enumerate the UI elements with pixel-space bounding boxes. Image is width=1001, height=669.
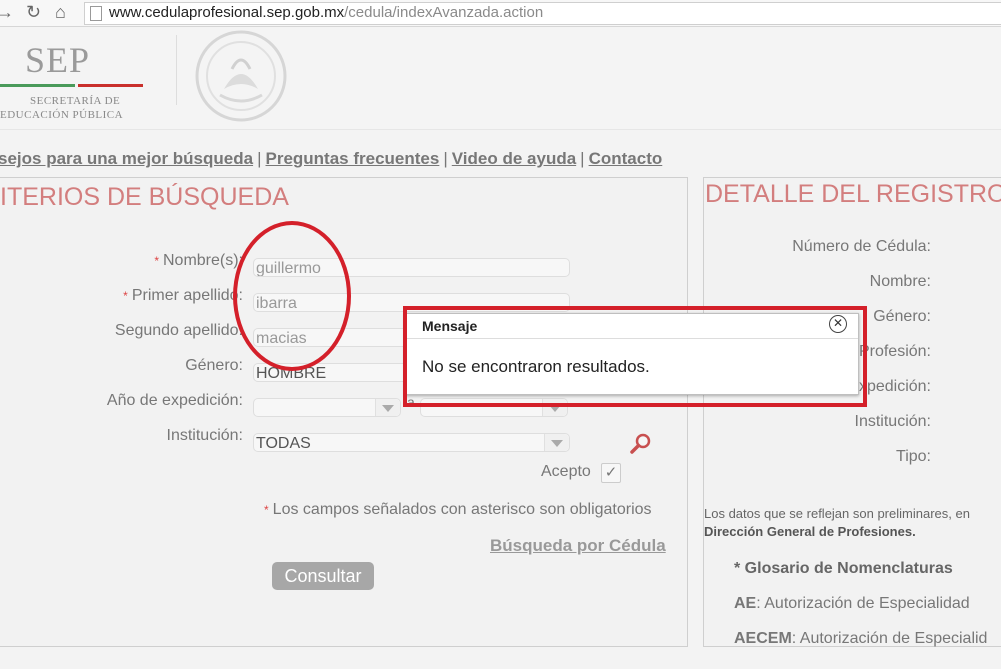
search-icon[interactable]: [629, 432, 653, 456]
page-icon: [90, 6, 102, 21]
link-contacto[interactable]: Contacto: [589, 149, 663, 168]
primer-apellido-label: * Primer apellido:: [123, 287, 243, 304]
header-divider: [176, 35, 177, 105]
institucion-select[interactable]: TODAS: [253, 433, 570, 452]
sep-logo[interactable]: SEP SECRETARÍA DE EDUCACIÓN PÚBLICA: [0, 39, 160, 121]
genero-label: Género:: [185, 357, 243, 374]
forward-arrow-icon[interactable]: →: [0, 2, 14, 22]
anio-label: Año de expedición:: [106, 392, 243, 409]
site-header: SEP SECRETARÍA DE EDUCACIÓN PÚBLICA: [0, 27, 1001, 130]
detail-label: Tipo:: [896, 448, 931, 465]
search-panel-title: ITERIOS DE BÚSQUEDA: [0, 183, 289, 211]
logo-stripe-red: [78, 84, 143, 87]
glosario-item-aecem: AECEM: Autorización de Especialid: [734, 630, 988, 647]
institucion-label: Institución:: [166, 427, 243, 444]
link-consejos[interactable]: sejos para una mejor búsqueda: [0, 149, 253, 168]
detail-label: Nombre:: [869, 273, 931, 290]
address-bar[interactable]: www.cedulaprofesional.sep.gob.mx/cedula/…: [84, 2, 1001, 25]
help-links: sejos para una mejor búsqueda | Preguntas …: [0, 149, 662, 169]
annotation-ellipse: [233, 221, 351, 371]
detail-panel: DETALLE DEL REGISTRO Número de Cédula: N…: [703, 177, 1001, 647]
home-icon[interactable]: ⌂: [55, 2, 66, 22]
required-asterisk: *: [264, 503, 269, 517]
anio-desde-select[interactable]: [253, 398, 401, 417]
nombre-label: * Nombre(s):: [154, 252, 243, 269]
required-note: * Los campos señalados con asterisco son …: [264, 501, 652, 518]
logo-stripe-green: [0, 84, 75, 87]
glosario-heading: * Glosario de Nomenclaturas: [734, 560, 953, 577]
detail-label: Institución:: [854, 413, 931, 430]
detail-label: Número de Cédula:: [792, 238, 931, 255]
link-separator: |: [580, 149, 585, 168]
annotation-box: [403, 306, 867, 407]
segundo-apellido-label: Segundo apellido:: [114, 322, 243, 339]
detail-panel-title: DETALLE DEL REGISTRO: [705, 180, 1001, 208]
chevron-down-icon: [382, 405, 394, 412]
national-seal-icon: [195, 30, 287, 122]
link-separator: |: [257, 149, 262, 168]
detail-note: Los datos que se reflejan son preliminar…: [704, 506, 970, 521]
acepto-checkbox[interactable]: ✓: [601, 463, 621, 483]
consultar-button[interactable]: Consultar: [272, 562, 374, 590]
reload-icon[interactable]: ↻: [26, 2, 41, 22]
cedula-search-link[interactable]: Búsqueda por Cédula: [490, 536, 666, 556]
browser-toolbar: → ↻ ⌂ www.cedulaprofesional.sep.gob.mx/c…: [0, 0, 1001, 27]
url-path: /cedula/indexAvanzada.action: [344, 4, 544, 21]
link-video[interactable]: Video de ayuda: [452, 149, 576, 168]
logo-text: SEP: [25, 40, 91, 80]
logo-subtitle-2: EDUCACIÓN PÚBLICA: [0, 109, 124, 121]
institucion-value: TODAS: [256, 435, 311, 452]
url-text: www.cedulaprofesional.sep.gob.mx/cedula/…: [109, 4, 543, 21]
glosario-item-ae: AE: Autorización de Especialidad: [734, 595, 970, 612]
acepto-label: Acepto: [541, 463, 591, 480]
link-preguntas[interactable]: Preguntas frecuentes: [266, 149, 440, 168]
detail-note-bold: Dirección General de Profesiones.: [704, 524, 916, 539]
logo-subtitle-1: SECRETARÍA DE: [30, 95, 121, 107]
url-host: www.cedulaprofesional.sep.gob.mx: [109, 4, 345, 21]
chevron-down-icon: [551, 440, 563, 447]
required-asterisk: *: [123, 289, 128, 303]
required-asterisk: *: [154, 254, 159, 268]
link-separator: |: [443, 149, 448, 168]
